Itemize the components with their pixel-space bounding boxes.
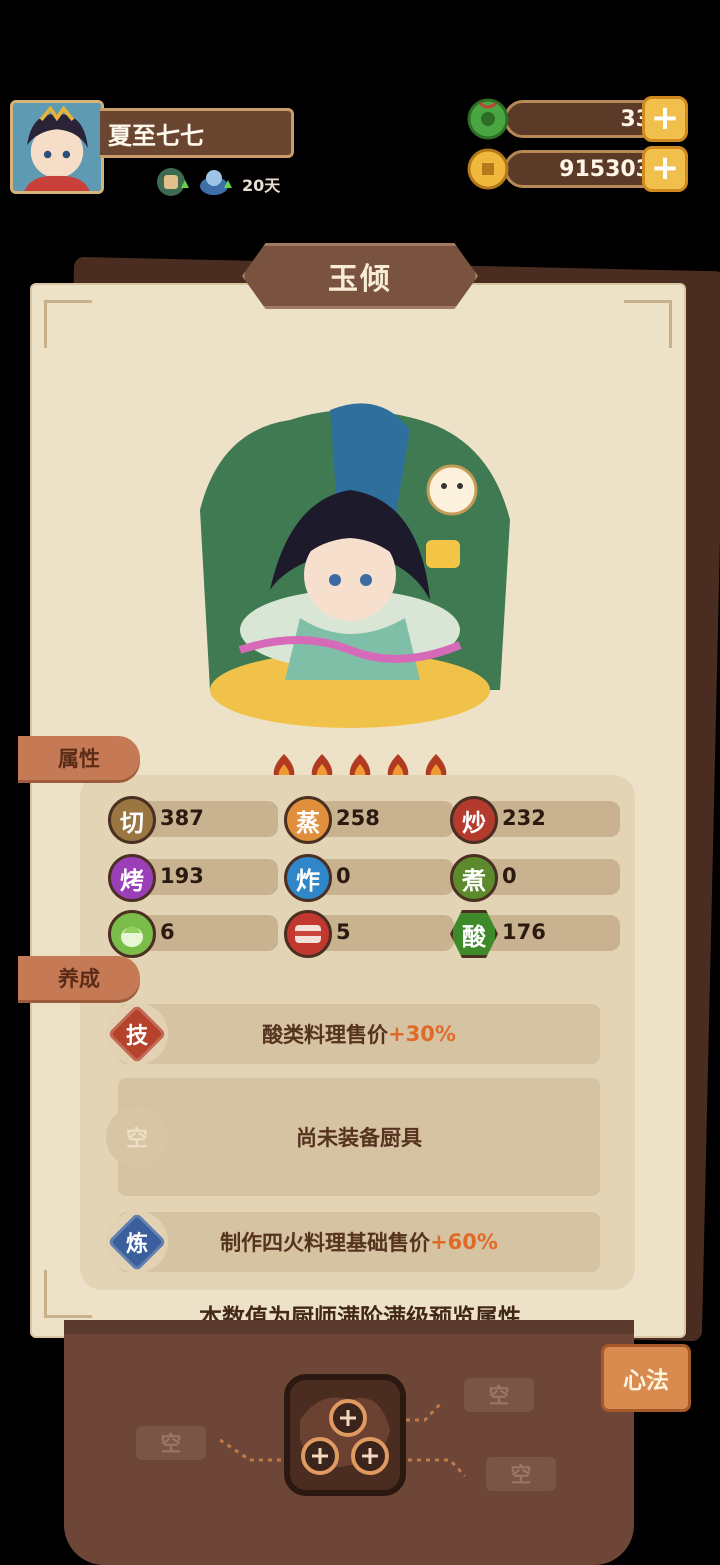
stat-roast: 烤 193 <box>108 854 278 902</box>
stat-fry: 炸 0 <box>284 854 454 902</box>
xinfa-slot-top-right[interactable]: 空 <box>464 1378 534 1412</box>
meat-icon <box>284 910 332 958</box>
boil-icon: 煮 <box>450 854 498 902</box>
steam-icon: 蒸 <box>284 796 332 844</box>
xinfa-core-tile[interactable] <box>284 1374 406 1496</box>
refine-badge: 炼 <box>106 1211 168 1273</box>
stat-cut: 切 387 <box>108 796 278 844</box>
add-jade-button[interactable]: + <box>642 96 688 142</box>
player-name-box: 夏至七七 <box>100 108 294 158</box>
training-section-tab: 养成 <box>18 956 140 1000</box>
fry-icon: 炸 <box>284 854 332 902</box>
equipment-slot[interactable]: 尚未装备厨具 <box>118 1078 600 1196</box>
skill-row[interactable]: 酸类料理售价 +30% <box>118 1004 600 1064</box>
chef-name: 玉倾 <box>328 262 392 297</box>
roast-icon: 烤 <box>108 854 156 902</box>
refine-row[interactable]: 制作四火料理基础售价 +60% <box>118 1212 600 1272</box>
boost-icon[interactable] <box>198 166 234 198</box>
player-avatar[interactable] <box>10 100 104 194</box>
coin-amount: 915303 <box>559 156 651 182</box>
corner-ornament <box>44 300 92 348</box>
add-coins-button[interactable]: + <box>642 146 688 192</box>
chef-name-plate: 玉倾 <box>242 243 478 309</box>
coin-icon <box>467 148 509 190</box>
equipment-empty-badge: 空 <box>106 1106 168 1168</box>
stat-steam: 蒸 258 <box>284 796 454 844</box>
player-name: 夏至七七 <box>108 121 204 150</box>
xinfa-button[interactable]: 心法 <box>601 1344 691 1412</box>
stat-boil: 煮 0 <box>450 854 620 902</box>
stat-sour: 酸 176 <box>450 910 620 958</box>
skill-bonus: +30% <box>388 1022 456 1046</box>
stat-meat: 5 <box>284 910 454 958</box>
corner-ornament <box>624 300 672 348</box>
refine-bonus: +60% <box>430 1230 498 1254</box>
buff-icon[interactable] <box>155 166 191 198</box>
chef-portrait <box>200 403 510 728</box>
stat-vegetable: 6 <box>108 910 278 958</box>
stat-stirfry: 炒 232 <box>450 796 620 844</box>
skill-badge: 技 <box>106 1003 168 1065</box>
skill-text: 酸类料理售价 <box>262 1023 389 1047</box>
equipment-empty-text: 尚未装备厨具 <box>296 1126 422 1150</box>
xinfa-slot-left[interactable]: 空 <box>136 1426 206 1460</box>
jade-icon <box>467 98 509 140</box>
stirfry-icon: 炒 <box>450 796 498 844</box>
login-days: 20天 <box>242 176 281 195</box>
refine-text: 制作四火料理基础售价 <box>220 1231 431 1255</box>
attributes-section-tab: 属性 <box>18 736 140 780</box>
cabbage-icon <box>108 910 156 958</box>
xinfa-slot-bottom-right[interactable]: 空 <box>486 1457 556 1491</box>
cut-icon: 切 <box>108 796 156 844</box>
